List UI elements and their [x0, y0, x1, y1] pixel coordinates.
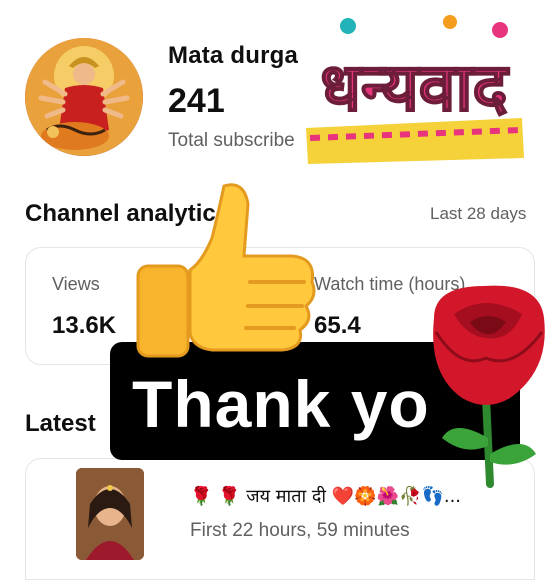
dhanyavad-sticker-art: धन्यवाद [300, 8, 528, 168]
video-meta: First 22 hours, 59 minutes [190, 520, 410, 541]
channel-name: Mata durga [168, 42, 299, 69]
subscriber-count: 241 [168, 82, 225, 120]
analytics-period[interactable]: Last 28 days [430, 204, 526, 224]
latest-title: Latest [25, 410, 96, 437]
channel-avatar[interactable] [25, 38, 143, 156]
goddess-durga-image [25, 38, 143, 156]
subscriber-label: Total subscribe [168, 130, 295, 151]
views-value: 13.6K [52, 312, 117, 339]
rose-icon [414, 278, 560, 488]
dhanyavad-sticker: धन्यवाद [300, 8, 528, 168]
video-thumbnail[interactable] [76, 468, 144, 560]
dhanyavad-text: धन्यवाद [320, 49, 509, 126]
thumbnail-image [76, 468, 144, 560]
thumbs-up-icon [132, 178, 322, 388]
views-label: Views [52, 274, 100, 294]
